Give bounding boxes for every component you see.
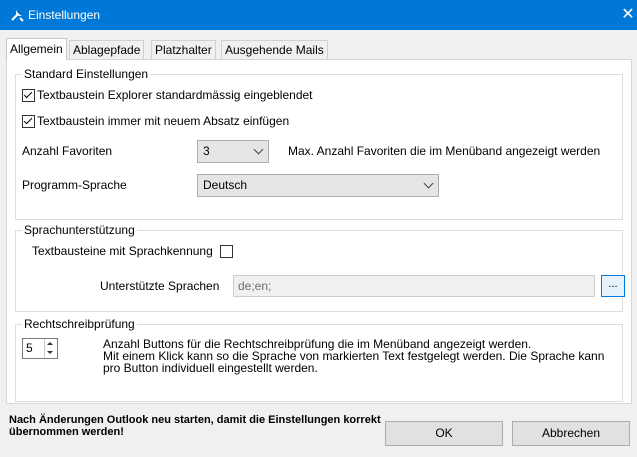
spelling-desc-line3: pro Button individuell eingestellt werde… — [103, 361, 318, 375]
group-spelling: Rechtschreibprüfung 5 Anzahl Buttons für… — [15, 317, 623, 402]
ok-button[interactable]: OK — [385, 421, 503, 446]
favorites-hint: Max. Anzahl Favoriten die im Menüband an… — [288, 144, 601, 158]
tagging-label[interactable]: Textbausteine mit Sprachkennung — [32, 244, 213, 258]
stepper-up-icon[interactable] — [47, 342, 53, 345]
paragraph-checkbox[interactable] — [22, 115, 35, 128]
restart-notice: Nach Änderungen Outlook neu starten, dam… — [9, 414, 381, 438]
tab-ausgehende-mails[interactable]: Ausgehende Mails — [221, 40, 328, 59]
supported-languages-field[interactable]: de;en; — [233, 275, 595, 297]
language-value: Deutsch — [203, 178, 248, 192]
tab-panel-allgemein: Standard Einstellungen Textbaustein Expl… — [6, 59, 632, 404]
cancel-button[interactable]: Abbrechen — [512, 421, 630, 446]
group-legend-standard: Standard Einstellungen — [22, 67, 151, 81]
paragraph-checkbox-label[interactable]: Textbaustein immer mit neuem Absatz einf… — [37, 114, 289, 128]
restart-notice-line1: Nach Änderungen Outlook neu starten, dam… — [9, 414, 381, 426]
supported-languages-value: de;en; — [238, 279, 272, 293]
spelling-buttons-value: 5 — [26, 341, 33, 355]
group-language-support: Sprachunterstützung Textbausteine mit Sp… — [15, 223, 625, 312]
tab-ablagepfade[interactable]: Ablagepfade — [69, 40, 145, 59]
window-title: Einstellungen — [28, 8, 101, 22]
tab-platzhalter[interactable]: Platzhalter — [151, 40, 216, 59]
stepper-down-icon[interactable] — [47, 351, 53, 354]
explorer-checkbox-label[interactable]: Textbaustein Explorer standardmässig ein… — [37, 88, 313, 102]
chevron-down-icon — [423, 178, 434, 189]
tools-icon — [11, 10, 24, 22]
browse-languages-button[interactable]: ... — [601, 275, 625, 297]
restart-notice-line2: übernommen werden! — [9, 426, 124, 438]
language-label: Programm-Sprache — [22, 178, 127, 192]
supported-languages-label: Unterstützte Sprachen — [100, 279, 220, 293]
spelling-buttons-stepper[interactable]: 5 — [22, 338, 58, 359]
favorites-label: Anzahl Favoriten — [22, 144, 113, 158]
favorites-value: 3 — [203, 144, 210, 158]
language-dropdown[interactable]: Deutsch — [197, 174, 439, 197]
group-legend-spelling: Rechtschreibprüfung — [22, 317, 137, 331]
tab-allgemein[interactable]: Allgemein — [6, 38, 67, 60]
close-icon[interactable]: ✕ — [619, 0, 637, 30]
group-standard-settings: Standard Einstellungen Textbaustein Expl… — [15, 67, 623, 220]
chevron-down-icon — [253, 144, 264, 155]
group-legend-languages: Sprachunterstützung — [22, 223, 137, 237]
favorites-dropdown[interactable]: 3 — [197, 140, 269, 163]
explorer-checkbox[interactable] — [22, 89, 35, 102]
stepper-buttons[interactable] — [44, 339, 57, 358]
title-bar: Einstellungen ✕ — [0, 0, 637, 30]
tagging-checkbox[interactable] — [220, 245, 233, 258]
